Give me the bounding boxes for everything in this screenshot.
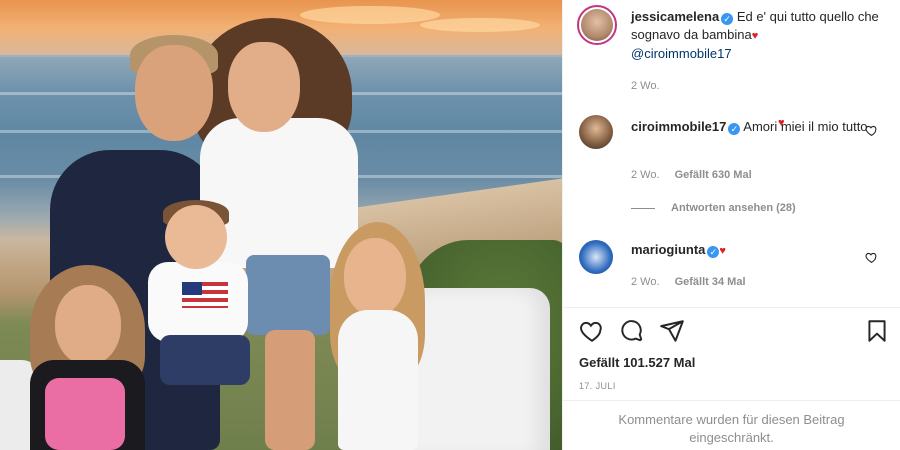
comment-username[interactable]: mariogiunta [631,242,705,257]
post-age-text[interactable]: 2 Wo. [631,80,660,92]
post-caption: jessicamelena ✓ Ed e' qui tutto quello ch… [631,8,886,63]
flag-canton [182,282,202,295]
comment-text: Amori miei il mio tutto [743,119,868,134]
author-avatar[interactable] [577,5,617,45]
comment-like-icon[interactable] [864,124,878,138]
like-icon[interactable] [579,318,605,344]
girl-right-face [344,238,406,316]
man-face [135,45,213,141]
comment-2-meta: 2 Wo. Gefällt 34 Mal [631,276,758,288]
heart-emoji-icon: ♥ [778,117,785,129]
post-likes[interactable]: Gefällt 101.527 Mal [579,355,695,370]
instagram-post: jessicamelena ✓ Ed e' qui tutto quello ch… [0,0,900,450]
share-icon[interactable] [659,318,685,344]
boy-shorts [160,335,250,385]
comments-restricted-notice: Kommentare wurden für diesen Beitrag ein… [563,400,900,447]
replies-divider [631,207,655,209]
caption-mention[interactable]: @ciroimmobile17 [631,46,732,61]
restricted-line-2: eingeschränkt. [689,430,774,445]
verified-icon: ✓ [728,123,741,135]
woman-shorts [246,255,330,335]
boy-face [165,205,227,269]
author-username[interactable]: jessicamelena [631,9,719,24]
restricted-line-1: Kommentare wurden für diesen Beitrag [618,412,845,427]
comment-age[interactable]: 2 Wo. [631,276,660,288]
post-age: 2 Wo. [631,80,672,92]
comment-likes[interactable]: Gefällt 630 Mal [675,169,752,181]
view-replies-label: Antworten ansehen (28) [671,202,796,214]
comment-1: ciroimmobile17 ✓ Amori miei il mio tutto [631,118,886,136]
girl-right-dress [338,310,418,450]
bookmark-icon[interactable] [864,318,890,344]
comment-like-icon[interactable] [864,251,878,265]
comment-age[interactable]: 2 Wo. [631,169,660,181]
commenter-avatar[interactable] [579,115,613,149]
post-date[interactable]: 17. JULI [579,381,616,391]
comment-username[interactable]: ciroimmobile17 [631,119,726,134]
woman-face [228,42,300,132]
comment-icon[interactable] [619,318,645,344]
view-replies-button[interactable]: Antworten ansehen (28) [631,202,796,214]
post-sidebar: jessicamelena ✓ Ed e' qui tutto quello ch… [562,0,900,450]
heart-emoji-icon: ♥ [719,245,726,257]
girl-left-face [55,285,121,365]
cloud [420,18,540,32]
heart-emoji-icon: ♥ [751,30,759,42]
actions-divider [563,307,900,308]
woman-legs [265,330,315,450]
post-photo[interactable] [0,0,562,450]
verified-icon: ✓ [721,13,734,25]
cloud [300,6,440,24]
verified-icon: ✓ [707,246,720,258]
girl-left-pink-bag [45,378,125,450]
comment-likes[interactable]: Gefällt 34 Mal [675,276,746,288]
commenter-avatar[interactable] [579,240,613,274]
comment-2: mariogiunta ✓ ♥ [631,241,886,260]
comment-1-meta: 2 Wo. Gefällt 630 Mal [631,169,764,181]
